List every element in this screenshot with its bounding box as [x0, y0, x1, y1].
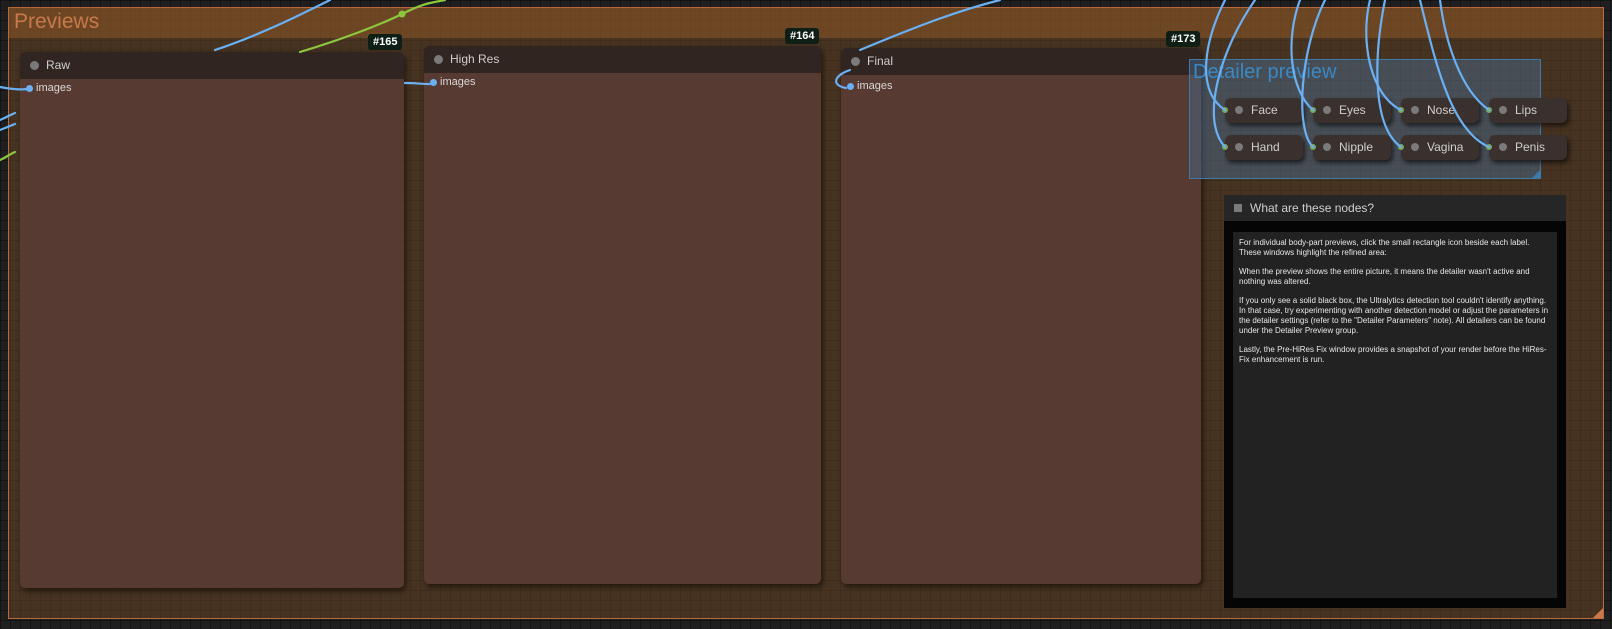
- detailer-node-penis[interactable]: Penis: [1486, 135, 1567, 160]
- raw-node-title: Raw: [46, 58, 71, 72]
- node-collapse-dot[interactable]: [1499, 106, 1507, 114]
- detailer-node-face[interactable]: Face: [1222, 98, 1303, 123]
- detailer-node-label: Lips: [1515, 103, 1538, 117]
- raw-images-input-slot[interactable]: [26, 85, 33, 92]
- high-res-node-id-badge: #164: [785, 28, 820, 44]
- detailer-node-eyes[interactable]: Eyes: [1310, 98, 1391, 123]
- group-resize-handle[interactable]: [1593, 608, 1603, 618]
- note-text-area[interactable]: For individual body-part previews, click…: [1233, 232, 1557, 598]
- detailer-group-resize-handle[interactable]: [1532, 170, 1540, 178]
- note-title: What are these nodes?: [1250, 201, 1375, 215]
- lips-input-slot[interactable]: [1486, 107, 1492, 113]
- note-paragraph: For individual body-part previews, click…: [1239, 238, 1530, 257]
- penis-input-slot[interactable]: [1486, 144, 1492, 150]
- final-node-title: Final: [867, 54, 894, 68]
- final-images-input-label: images: [857, 80, 893, 92]
- detailer-node-label: Nipple: [1339, 140, 1374, 154]
- note-node[interactable]: What are these nodes? For individual bod…: [1224, 195, 1566, 608]
- detailer-node-nipple[interactable]: Nipple: [1310, 135, 1391, 160]
- high-res-node-title: High Res: [450, 52, 500, 66]
- detailer-node-label: Face: [1251, 103, 1278, 117]
- high-res-node-title-bar[interactable]: High Res: [424, 46, 821, 73]
- note-title-bar[interactable]: What are these nodes?: [1224, 195, 1566, 221]
- nipple-input-slot[interactable]: [1310, 144, 1316, 150]
- detailer-node-label: Eyes: [1339, 103, 1366, 117]
- raw-node-id-badge: #165: [368, 34, 403, 50]
- final-preview-node[interactable]: Final images: [841, 48, 1201, 584]
- eyes-input-slot[interactable]: [1310, 107, 1316, 113]
- detailer-node-hand[interactable]: Hand: [1222, 135, 1303, 160]
- detailer-node-vagina[interactable]: Vagina: [1398, 135, 1479, 160]
- note-paragraph: If you only see a solid black box, the U…: [1239, 296, 1549, 335]
- detailer-node-label: Penis: [1515, 140, 1546, 154]
- hand-input-slot[interactable]: [1222, 144, 1228, 150]
- node-collapse-dot[interactable]: [1499, 143, 1507, 151]
- node-collapse-dot[interactable]: [434, 55, 443, 64]
- node-collapse-dot[interactable]: [1323, 106, 1331, 114]
- high-res-preview-node[interactable]: High Res images: [424, 46, 821, 584]
- detailer-preview-group-title: Detailer preview: [1193, 61, 1337, 83]
- detailer-node-label: Hand: [1251, 140, 1280, 154]
- detailer-node-label: Nose: [1427, 103, 1456, 117]
- detailer-node-nose[interactable]: Nose: [1398, 98, 1479, 123]
- note-collapse-square[interactable]: [1234, 204, 1242, 212]
- node-collapse-dot[interactable]: [1235, 143, 1243, 151]
- raw-images-input-label: images: [36, 82, 72, 94]
- nose-input-slot[interactable]: [1398, 107, 1404, 113]
- detailer-node-label: Vagina: [1427, 140, 1464, 154]
- raw-node-title-bar[interactable]: Raw: [20, 52, 404, 79]
- node-collapse-dot[interactable]: [1323, 143, 1331, 151]
- final-images-input-slot[interactable]: [847, 83, 854, 90]
- node-collapse-dot[interactable]: [1235, 106, 1243, 114]
- node-collapse-dot[interactable]: [1411, 106, 1419, 114]
- node-collapse-dot[interactable]: [1411, 143, 1419, 151]
- note-paragraph: When the preview shows the entire pictur…: [1239, 267, 1530, 286]
- high-res-images-input-slot[interactable]: [430, 79, 437, 86]
- high-res-images-input-label: images: [440, 76, 476, 88]
- note-paragraph: Lastly, the Pre-HiRes Fix window provide…: [1239, 345, 1547, 364]
- final-node-id-badge: #173: [1166, 31, 1201, 47]
- node-collapse-dot[interactable]: [30, 61, 39, 70]
- detailer-node-lips[interactable]: Lips: [1486, 98, 1567, 123]
- face-input-slot[interactable]: [1222, 107, 1228, 113]
- previews-group-title: Previews: [14, 10, 100, 33]
- final-node-title-bar[interactable]: Final: [841, 48, 1201, 75]
- vagina-input-slot[interactable]: [1398, 144, 1404, 150]
- raw-preview-node[interactable]: Raw images: [20, 52, 404, 588]
- node-collapse-dot[interactable]: [851, 57, 860, 66]
